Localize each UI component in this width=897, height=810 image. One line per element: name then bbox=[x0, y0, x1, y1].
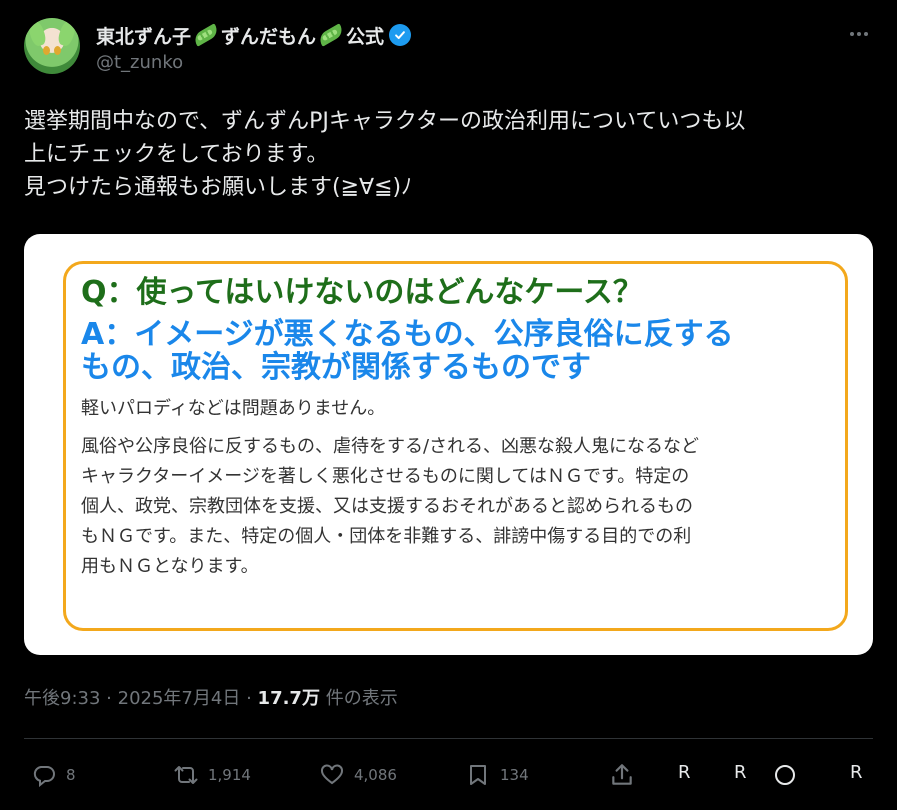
circle-icon bbox=[775, 765, 795, 785]
verified-badge-icon[interactable] bbox=[389, 24, 412, 46]
bookmark-button[interactable]: 134 bbox=[466, 758, 529, 792]
tweet-text-line: 見つけたら通報もお願いします(≧∀≦)ﾉ bbox=[24, 175, 413, 200]
meta-separator: · bbox=[106, 688, 112, 709]
faq-answer-line: もの、政治、宗教が関係するものです bbox=[81, 350, 591, 385]
faq-box: Q：使ってはいけないのはどんなケース？ A：イメージが悪くなるもの、公序良俗に反… bbox=[63, 261, 848, 631]
more-horizontal-icon bbox=[864, 32, 868, 36]
r-glyph: R bbox=[850, 762, 863, 783]
tweet-text: 選挙期間中なので、ずんずんPJキャラクターの政治利用についていつも以 上にチェッ… bbox=[24, 105, 874, 204]
divider bbox=[24, 738, 873, 739]
display-name-part-3[interactable]: 公式 bbox=[346, 22, 384, 49]
avatar[interactable] bbox=[24, 18, 80, 74]
bookmark-count: 134 bbox=[500, 766, 529, 784]
faq-body-line: 個人、政党、宗教団体を支援、又は支援するおそれがあると認められるもの bbox=[81, 496, 693, 517]
tweet-text-line: 選挙期間中なので、ずんずんPJキャラクターの政治利用についていつも以 bbox=[24, 109, 746, 134]
display-name-part-2[interactable]: ずんだもん bbox=[221, 22, 316, 49]
reply-button[interactable]: 8 bbox=[32, 758, 76, 792]
avatar-ear-left bbox=[26, 18, 48, 48]
share-icon[interactable] bbox=[609, 762, 635, 788]
heart-icon bbox=[321, 764, 343, 785]
tweet-date[interactable]: 2025年7月4日 bbox=[118, 688, 241, 709]
retweet-button[interactable]: 1,914 bbox=[174, 758, 251, 792]
faq-body-line: 用もＮＧとなります。 bbox=[81, 556, 259, 577]
avatar-ear-right bbox=[56, 18, 78, 48]
views-count: 17.7万 bbox=[257, 688, 320, 709]
tweet-meta: 午後9:33 · 2025年7月4日 · 17.7万 件の表示 bbox=[24, 684, 398, 710]
retweet-count: 1,914 bbox=[208, 766, 251, 784]
faq-body: 風俗や公序良俗に反するもの、虐待をする/される、凶悪な殺人鬼になるなど キャラク… bbox=[81, 432, 830, 582]
retweet-icon bbox=[174, 766, 198, 784]
edamame-emoji-icon bbox=[191, 23, 221, 47]
tweet-time[interactable]: 午後9:33 bbox=[24, 688, 100, 709]
faq-body-line: キャラクターイメージを著しく悪化させるものに関してはＮＧです。特定の bbox=[81, 466, 690, 487]
faq-body-line: 風俗や公序良俗に反するもの、虐待をする/される、凶悪な殺人鬼になるなど bbox=[81, 436, 700, 457]
like-button[interactable]: 4,086 bbox=[320, 758, 397, 792]
reply-icon bbox=[33, 766, 55, 787]
r-glyph: R bbox=[678, 762, 691, 783]
faq-answer-line: A：イメージが悪くなるもの、公序良俗に反する bbox=[81, 317, 734, 352]
action-bar: 8 1,914 4,086 134 R R R bbox=[24, 758, 873, 792]
meta-separator: · bbox=[246, 688, 252, 709]
display-name-part-1[interactable]: 東北ずん子 bbox=[96, 22, 191, 49]
display-name-row[interactable]: 東北ずん子 ずんだもん 公式 bbox=[96, 20, 412, 50]
more-options-button[interactable] bbox=[847, 22, 871, 46]
views-label: 件の表示 bbox=[325, 688, 398, 709]
avatar-eye-right bbox=[54, 46, 61, 55]
like-count: 4,086 bbox=[354, 766, 397, 784]
faq-light-note: 軽いパロディなどは問題ありません。 bbox=[81, 398, 386, 419]
avatar-eye-left bbox=[43, 46, 50, 55]
faq-answer: A：イメージが悪くなるもの、公序良俗に反する もの、政治、宗教が関係するものです bbox=[81, 318, 830, 384]
attached-image[interactable]: Q：使ってはいけないのはどんなケース？ A：イメージが悪くなるもの、公序良俗に反… bbox=[24, 234, 873, 655]
more-horizontal-icon bbox=[857, 32, 861, 36]
bookmark-icon bbox=[470, 765, 486, 785]
edamame-emoji-icon bbox=[316, 23, 346, 47]
tweet-text-line: 上にチェックをしております。 bbox=[24, 142, 329, 167]
r-glyph: R bbox=[734, 762, 747, 783]
reply-count: 8 bbox=[66, 766, 76, 784]
faq-body-line: もＮＧです。また、特定の個人・団体を非難する、誹謗中傷する目的での利 bbox=[81, 526, 692, 547]
more-horizontal-icon bbox=[850, 32, 854, 36]
user-handle[interactable]: @t_zunko bbox=[96, 52, 183, 73]
faq-question: Q：使ってはいけないのはどんなケース？ bbox=[81, 275, 643, 310]
